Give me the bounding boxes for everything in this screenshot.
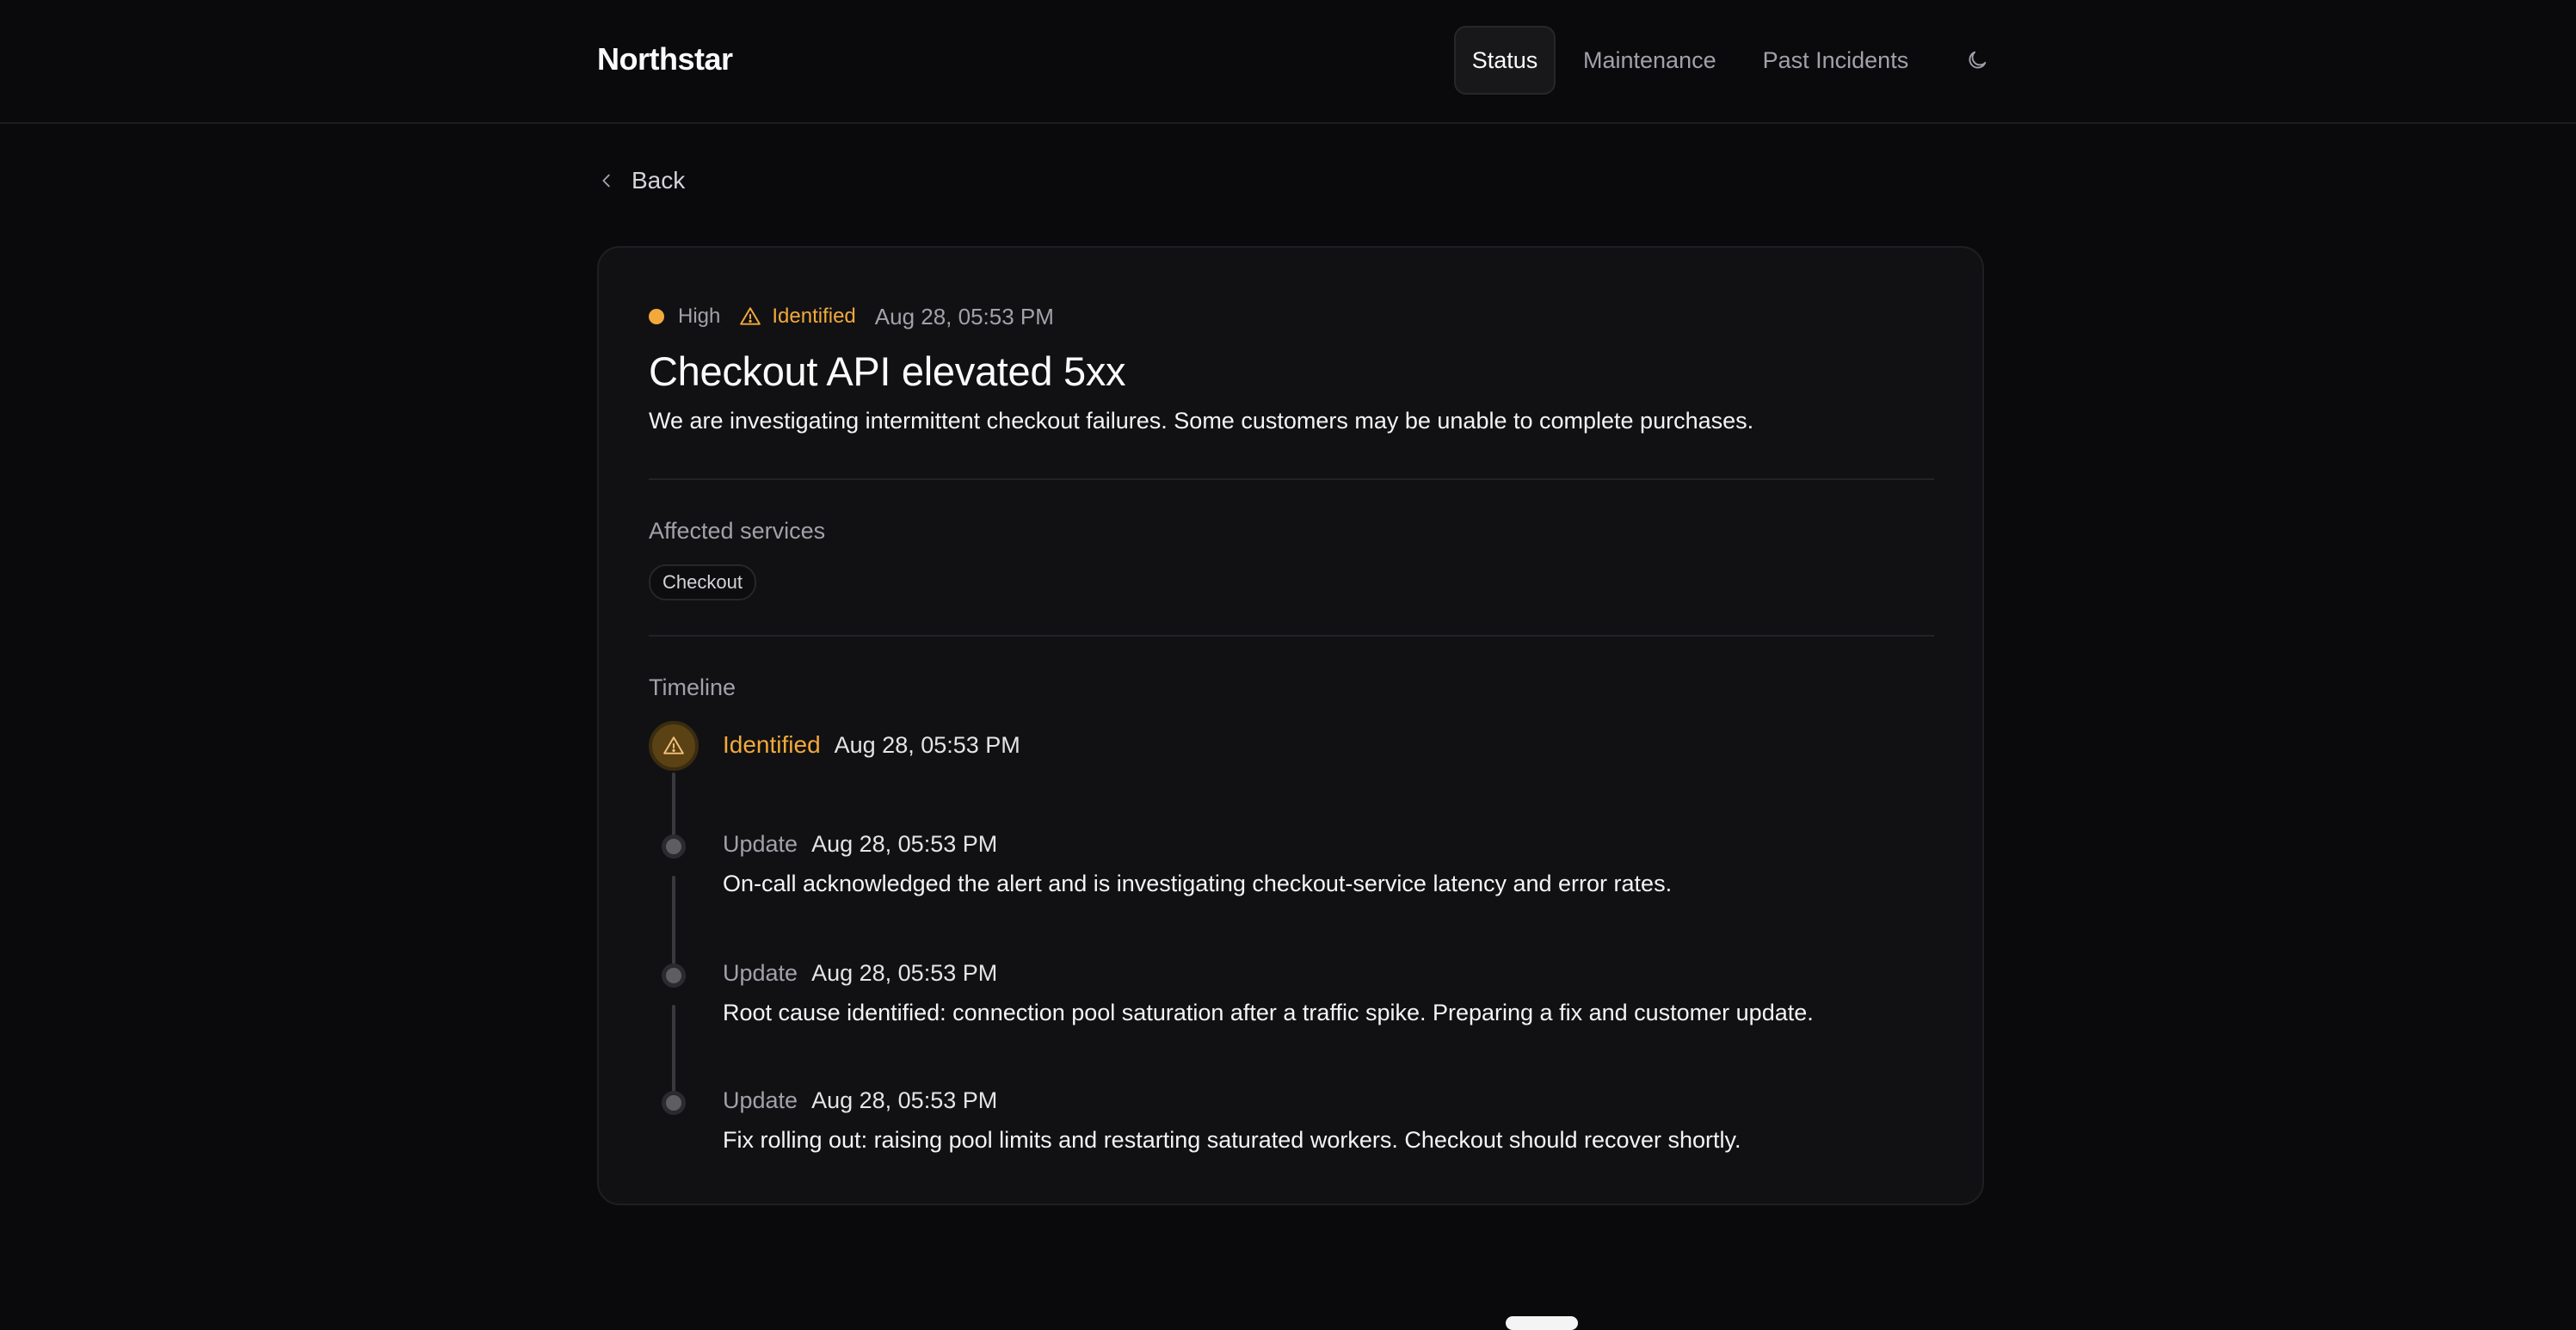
timeline-entry-date: Aug 28, 05:53 PM (811, 1087, 998, 1113)
timeline-entry-date: Aug 28, 05:53 PM (834, 731, 1020, 758)
nav-maintenance[interactable]: Maintenance (1564, 26, 1735, 95)
divider (649, 478, 1934, 480)
timeline-entry-header: Update Aug 28, 05:53 PM (723, 1087, 997, 1114)
incident-meta: High Identified Aug 28, 05:53 PM (649, 299, 1054, 334)
timeline-entry-kind: Update (723, 831, 798, 857)
severity-dot (649, 309, 664, 324)
timeline-connector (672, 876, 675, 976)
timeline-entry-date: Aug 28, 05:53 PM (811, 831, 998, 857)
timeline-entry-header: Update Aug 28, 05:53 PM (723, 831, 997, 858)
timeline-marker (662, 834, 686, 859)
status-label: Identified (772, 305, 856, 328)
timeline-connector (672, 1005, 675, 1105)
timeline-entry-kind: Identified (723, 731, 821, 758)
site-header: Northstar Status Maintenance Past Incide… (0, 0, 2576, 124)
nav-past-incidents[interactable]: Past Incidents (1744, 26, 1928, 95)
incident-title: Checkout API elevated 5xx (649, 348, 1126, 394)
scroll-indicator[interactable] (1506, 1316, 1578, 1330)
divider (649, 635, 1934, 637)
main-nav: Status Maintenance Past Incidents (1454, 26, 2005, 95)
timeline-label: Timeline (649, 674, 736, 700)
moon-icon (1969, 51, 1987, 69)
timeline-entry-text: On-call acknowledged the alert and is in… (723, 871, 1673, 896)
timeline-entry-kind: Update (723, 960, 798, 986)
timeline-entry-header: Update Aug 28, 05:53 PM (723, 960, 997, 987)
affected-services-label: Affected services (649, 518, 826, 544)
timeline-marker-identified (649, 721, 699, 771)
timeline-entry-kind: Update (723, 1087, 798, 1113)
theme-toggle-button[interactable] (1950, 26, 2005, 95)
service-chip-checkout: Checkout (649, 564, 756, 600)
incident-date: Aug 28, 05:53 PM (874, 303, 1054, 329)
brand-logo[interactable]: Northstar (597, 41, 733, 77)
timeline-entry-text: Root cause identified: connection pool s… (723, 1000, 1814, 1025)
timeline-marker (662, 964, 686, 988)
timeline-marker (662, 1091, 686, 1115)
status-badge: Identified (739, 305, 856, 329)
timeline-entry-date: Aug 28, 05:53 PM (811, 960, 998, 986)
severity-label: High (678, 305, 721, 328)
timeline-entry-text: Fix rolling out: raising pool limits and… (723, 1127, 1741, 1153)
chevron-left-icon (602, 174, 610, 188)
warning-icon (663, 736, 684, 754)
incident-card: High Identified Aug 28, 05:53 PM Checkou… (597, 246, 1984, 1205)
incident-description: We are investigating intermittent checko… (649, 408, 1754, 434)
nav-status[interactable]: Status (1454, 26, 1556, 95)
timeline-entry-header: Identified Aug 28, 05:53 PM (723, 731, 1020, 759)
back-label: Back (632, 167, 686, 194)
warning-icon (740, 307, 761, 325)
back-link[interactable]: Back (597, 167, 685, 194)
